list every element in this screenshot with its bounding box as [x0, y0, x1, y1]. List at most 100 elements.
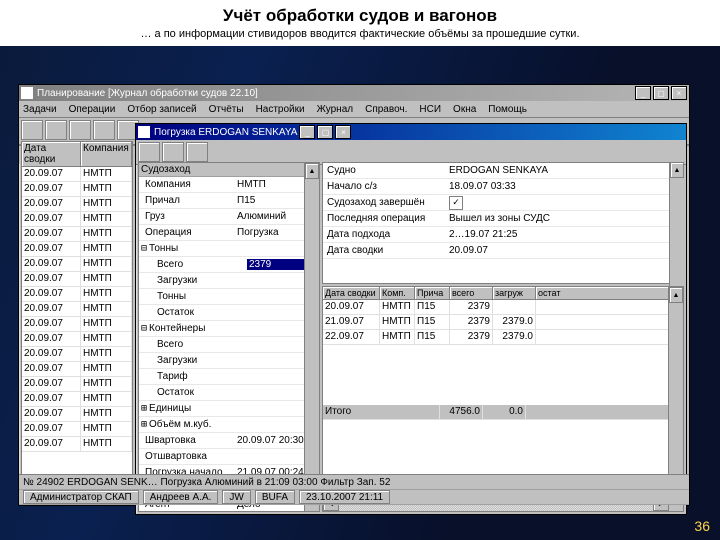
- table-row[interactable]: 20.09.07НМТПП152379: [323, 300, 683, 315]
- scrollbar-vertical[interactable]: ▲: [304, 163, 319, 511]
- table-row[interactable]: 20.09.07НМТП: [22, 317, 132, 332]
- form-field[interactable]: Тонны: [139, 289, 319, 305]
- scroll-up-icon[interactable]: ▲: [669, 287, 683, 303]
- table-row[interactable]: 20.09.07НМТП: [22, 362, 132, 377]
- dialog-close[interactable]: ×: [335, 125, 351, 139]
- bg-titlebar: Планирование [Журнал обработки судов 22.…: [19, 85, 689, 101]
- toolbar-button[interactable]: [45, 120, 67, 140]
- tree-group-tons[interactable]: ⊟Тонны: [139, 241, 319, 257]
- form-field[interactable]: Всего: [139, 337, 319, 353]
- table-row[interactable]: 20.09.07НМТП: [22, 257, 132, 272]
- col-header[interactable]: Комп.: [380, 287, 415, 299]
- table-row[interactable]: 20.09.07НМТП: [22, 377, 132, 392]
- background-window: Планирование [Журнал обработки судов 22.…: [18, 84, 690, 506]
- maximize-button[interactable]: ▢: [653, 86, 669, 100]
- menu-item[interactable]: Задачи: [23, 104, 57, 115]
- col-header[interactable]: всего: [450, 287, 493, 299]
- form-field[interactable]: Дата сводки20.09.07: [323, 243, 683, 259]
- checkbox[interactable]: ✓: [449, 196, 463, 210]
- col-header-company[interactable]: Компания: [81, 142, 132, 166]
- form-field[interactable]: Загрузки: [139, 353, 319, 369]
- col-header[interactable]: остат: [536, 287, 683, 299]
- status-cell: JW: [222, 490, 250, 504]
- table-row[interactable]: 20.09.07НМТП: [22, 302, 132, 317]
- detail-dialog: Погрузка ERDOGAN SENKAYA _ ▢ × Судозаход…: [135, 123, 687, 515]
- form-field[interactable]: Начало с/з18.09.07 03:33: [323, 179, 683, 195]
- table-row[interactable]: 20.09.07НМТП: [22, 182, 132, 197]
- col-header[interactable]: Дата сводки: [323, 287, 380, 299]
- minimize-button[interactable]: _: [635, 86, 651, 100]
- right-top-form[interactable]: СудноERDOGAN SENKAYAНачало с/з18.09.07 0…: [322, 162, 684, 284]
- scrollbar-vertical[interactable]: ▲: [669, 162, 684, 284]
- table-row[interactable]: 21.09.07НМТПП1523792379.0: [323, 315, 683, 330]
- table-row[interactable]: 20.09.07НМТП: [22, 347, 132, 362]
- table-row[interactable]: 20.09.07НМТП: [22, 227, 132, 242]
- form-field[interactable]: Остаток: [139, 385, 319, 401]
- table-row[interactable]: 20.09.07НМТП: [22, 272, 132, 287]
- form-field[interactable]: Отшвартовка: [139, 449, 319, 465]
- close-button[interactable]: ×: [671, 86, 687, 100]
- menu-item[interactable]: Операции: [69, 104, 116, 115]
- form-field[interactable]: ОперацияПогрузка: [139, 225, 319, 241]
- form-field[interactable]: ПричалП15: [139, 193, 319, 209]
- form-field[interactable]: СудноERDOGAN SENKAYA: [323, 163, 683, 179]
- app-icon: [21, 87, 33, 99]
- slide-heading: Учёт обработки судов и вагонов: [0, 0, 720, 28]
- table-row[interactable]: 20.09.07НМТП: [22, 332, 132, 347]
- toolbar-button[interactable]: [69, 120, 91, 140]
- form-field[interactable]: Судозаход завершён✓: [323, 195, 683, 211]
- form-field[interactable]: Последняя операцияВышел из зоны СУДС: [323, 211, 683, 227]
- form-field[interactable]: Загрузки: [139, 273, 319, 289]
- tree-group-units[interactable]: ⊞Единицы: [139, 401, 319, 417]
- totals-row: Итого 4756.0 0.0: [323, 405, 683, 420]
- col-header[interactable]: Прича: [415, 287, 450, 299]
- tree-group-volume[interactable]: ⊞Объём м.куб.: [139, 417, 319, 433]
- form-field[interactable]: Швартовка20.09.07 20:30: [139, 433, 319, 449]
- table-row[interactable]: 20.09.07НМТП: [22, 392, 132, 407]
- menu-item[interactable]: Помощь: [488, 104, 527, 115]
- menu-bar[interactable]: Задачи Операции Отбор записей Отчёты Настрой…: [19, 101, 689, 118]
- form-field[interactable]: Тариф: [139, 369, 319, 385]
- toolbar-button[interactable]: [21, 120, 43, 140]
- table-row[interactable]: 20.09.07НМТП: [22, 287, 132, 302]
- toolbar-button[interactable]: [186, 142, 208, 162]
- menu-item[interactable]: Отчёты: [209, 104, 244, 115]
- col-header-date[interactable]: Дата сводки: [22, 142, 81, 166]
- table-row[interactable]: 20.09.07НМТП: [22, 197, 132, 212]
- table-row[interactable]: 20.09.07НМТП: [22, 167, 132, 182]
- scroll-up-icon[interactable]: ▲: [305, 163, 319, 179]
- bg-title: Планирование [Журнал обработки судов 22.…: [37, 88, 258, 99]
- form-field[interactable]: Дата подхода2…19.07 21:25: [323, 227, 683, 243]
- form-field[interactable]: КомпанияНМТП: [139, 177, 319, 193]
- col-header[interactable]: загруж: [493, 287, 536, 299]
- menu-item[interactable]: Окна: [453, 104, 476, 115]
- menu-item[interactable]: НСИ: [419, 104, 441, 115]
- tree-group-containers[interactable]: ⊟Контейнеры: [139, 321, 319, 337]
- scroll-up-icon[interactable]: ▲: [670, 162, 684, 178]
- table-row[interactable]: 20.09.07НМТП: [22, 212, 132, 227]
- status-cell: Андреев А.А.: [143, 490, 219, 504]
- form-field[interactable]: Остаток: [139, 305, 319, 321]
- menu-item[interactable]: Справоч.: [365, 104, 407, 115]
- form-field[interactable]: ГрузАлюминий: [139, 209, 319, 225]
- status-bar: № 24902 ERDOGAN SENK… Погрузка Алюминий …: [19, 474, 689, 505]
- menu-item[interactable]: Журнал: [317, 104, 354, 115]
- total-cell: 0.0: [483, 405, 526, 419]
- table-row[interactable]: 20.09.07НМТП: [22, 407, 132, 422]
- table-row[interactable]: 20.09.07НМТП: [22, 422, 132, 437]
- left-data-grid[interactable]: Дата сводки Компания 20.09.07НМТП20.09.0…: [21, 141, 133, 475]
- menu-item[interactable]: Отбор записей: [127, 104, 196, 115]
- form-field[interactable]: Всего2379: [139, 257, 319, 273]
- toolbar-button[interactable]: [138, 142, 160, 162]
- dialog-minimize[interactable]: _: [299, 125, 315, 139]
- table-row[interactable]: 20.09.07НМТП: [22, 242, 132, 257]
- dialog-maximize[interactable]: ▢: [317, 125, 333, 139]
- dialog-titlebar: Погрузка ERDOGAN SENKAYA _ ▢ ×: [136, 124, 686, 140]
- group-label: Объём м.куб.: [149, 419, 211, 430]
- table-row[interactable]: 22.09.07НМТПП1523792379.0: [323, 330, 683, 345]
- menu-item[interactable]: Настройки: [256, 104, 305, 115]
- table-row[interactable]: 20.09.07НМТП: [22, 437, 132, 452]
- left-form-pane[interactable]: Судозаход КомпанияНМТППричалП15ГрузАлюми…: [138, 162, 320, 512]
- toolbar-button[interactable]: [162, 142, 184, 162]
- toolbar-button[interactable]: [93, 120, 115, 140]
